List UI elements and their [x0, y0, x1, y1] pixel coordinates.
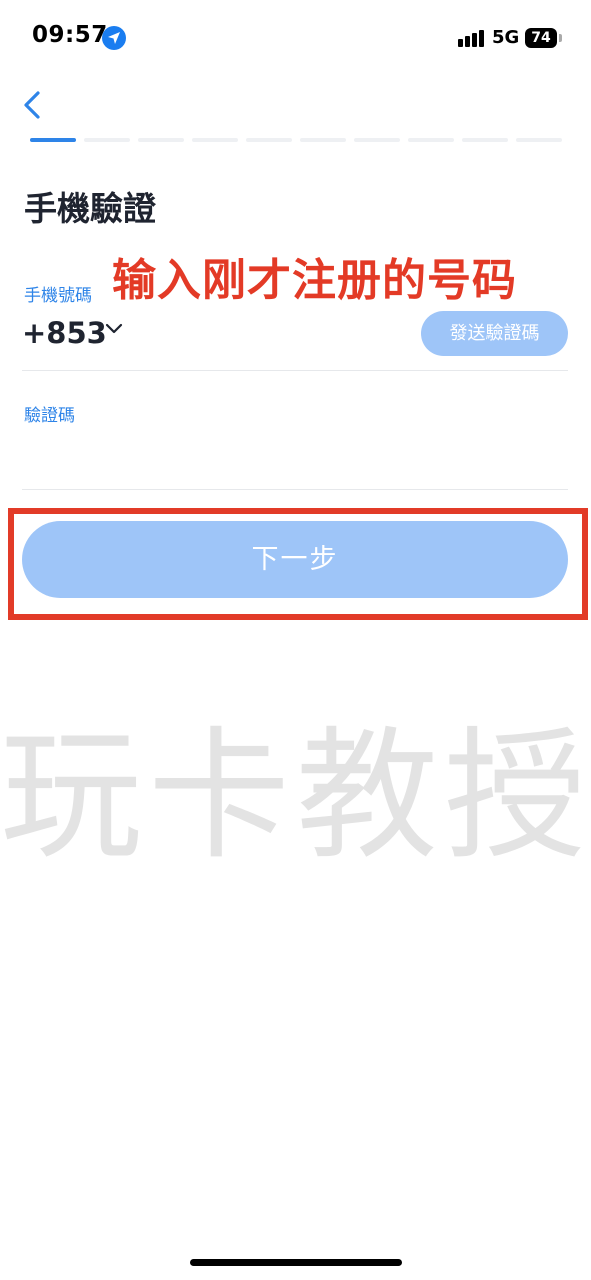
- next-button[interactable]: 下一步: [22, 521, 568, 598]
- progress-step: [516, 138, 562, 142]
- battery-level: 74: [531, 30, 551, 46]
- cellular-signal-icon: [458, 29, 486, 47]
- phone-field-divider: [22, 370, 568, 371]
- country-code-selector[interactable]: +853: [22, 316, 107, 350]
- battery-icon: 74: [525, 28, 557, 48]
- network-type: 5G: [492, 27, 520, 48]
- back-button[interactable]: [16, 86, 52, 126]
- phone-field-label: 手機號碼: [24, 286, 92, 306]
- code-field-divider: [22, 489, 568, 490]
- code-field-label: 驗證碼: [24, 406, 75, 426]
- chevron-down-icon[interactable]: [104, 322, 124, 336]
- send-code-button[interactable]: 發送驗證碼: [421, 311, 568, 356]
- code-input[interactable]: [22, 432, 568, 476]
- progress-step: [354, 138, 400, 142]
- battery-cap: [559, 34, 562, 42]
- progress-step: [192, 138, 238, 142]
- chevron-left-icon: [24, 91, 40, 119]
- annotation-text: 输入刚才注册的号码: [112, 255, 517, 306]
- progress-step: [300, 138, 346, 142]
- location-arrow-icon: [102, 26, 126, 50]
- progress-step: [246, 138, 292, 142]
- progress-step: [30, 138, 76, 142]
- progress-step: [408, 138, 454, 142]
- progress-steps: [30, 138, 562, 142]
- progress-step: [462, 138, 508, 142]
- status-bar: 09:57 5G 74: [0, 0, 591, 78]
- status-time: 09:57: [32, 22, 108, 48]
- watermark: 玩卡教授: [0, 714, 591, 879]
- home-indicator[interactable]: [190, 1259, 402, 1266]
- progress-step: [84, 138, 130, 142]
- page-title: 手機驗證: [24, 189, 156, 228]
- progress-step: [138, 138, 184, 142]
